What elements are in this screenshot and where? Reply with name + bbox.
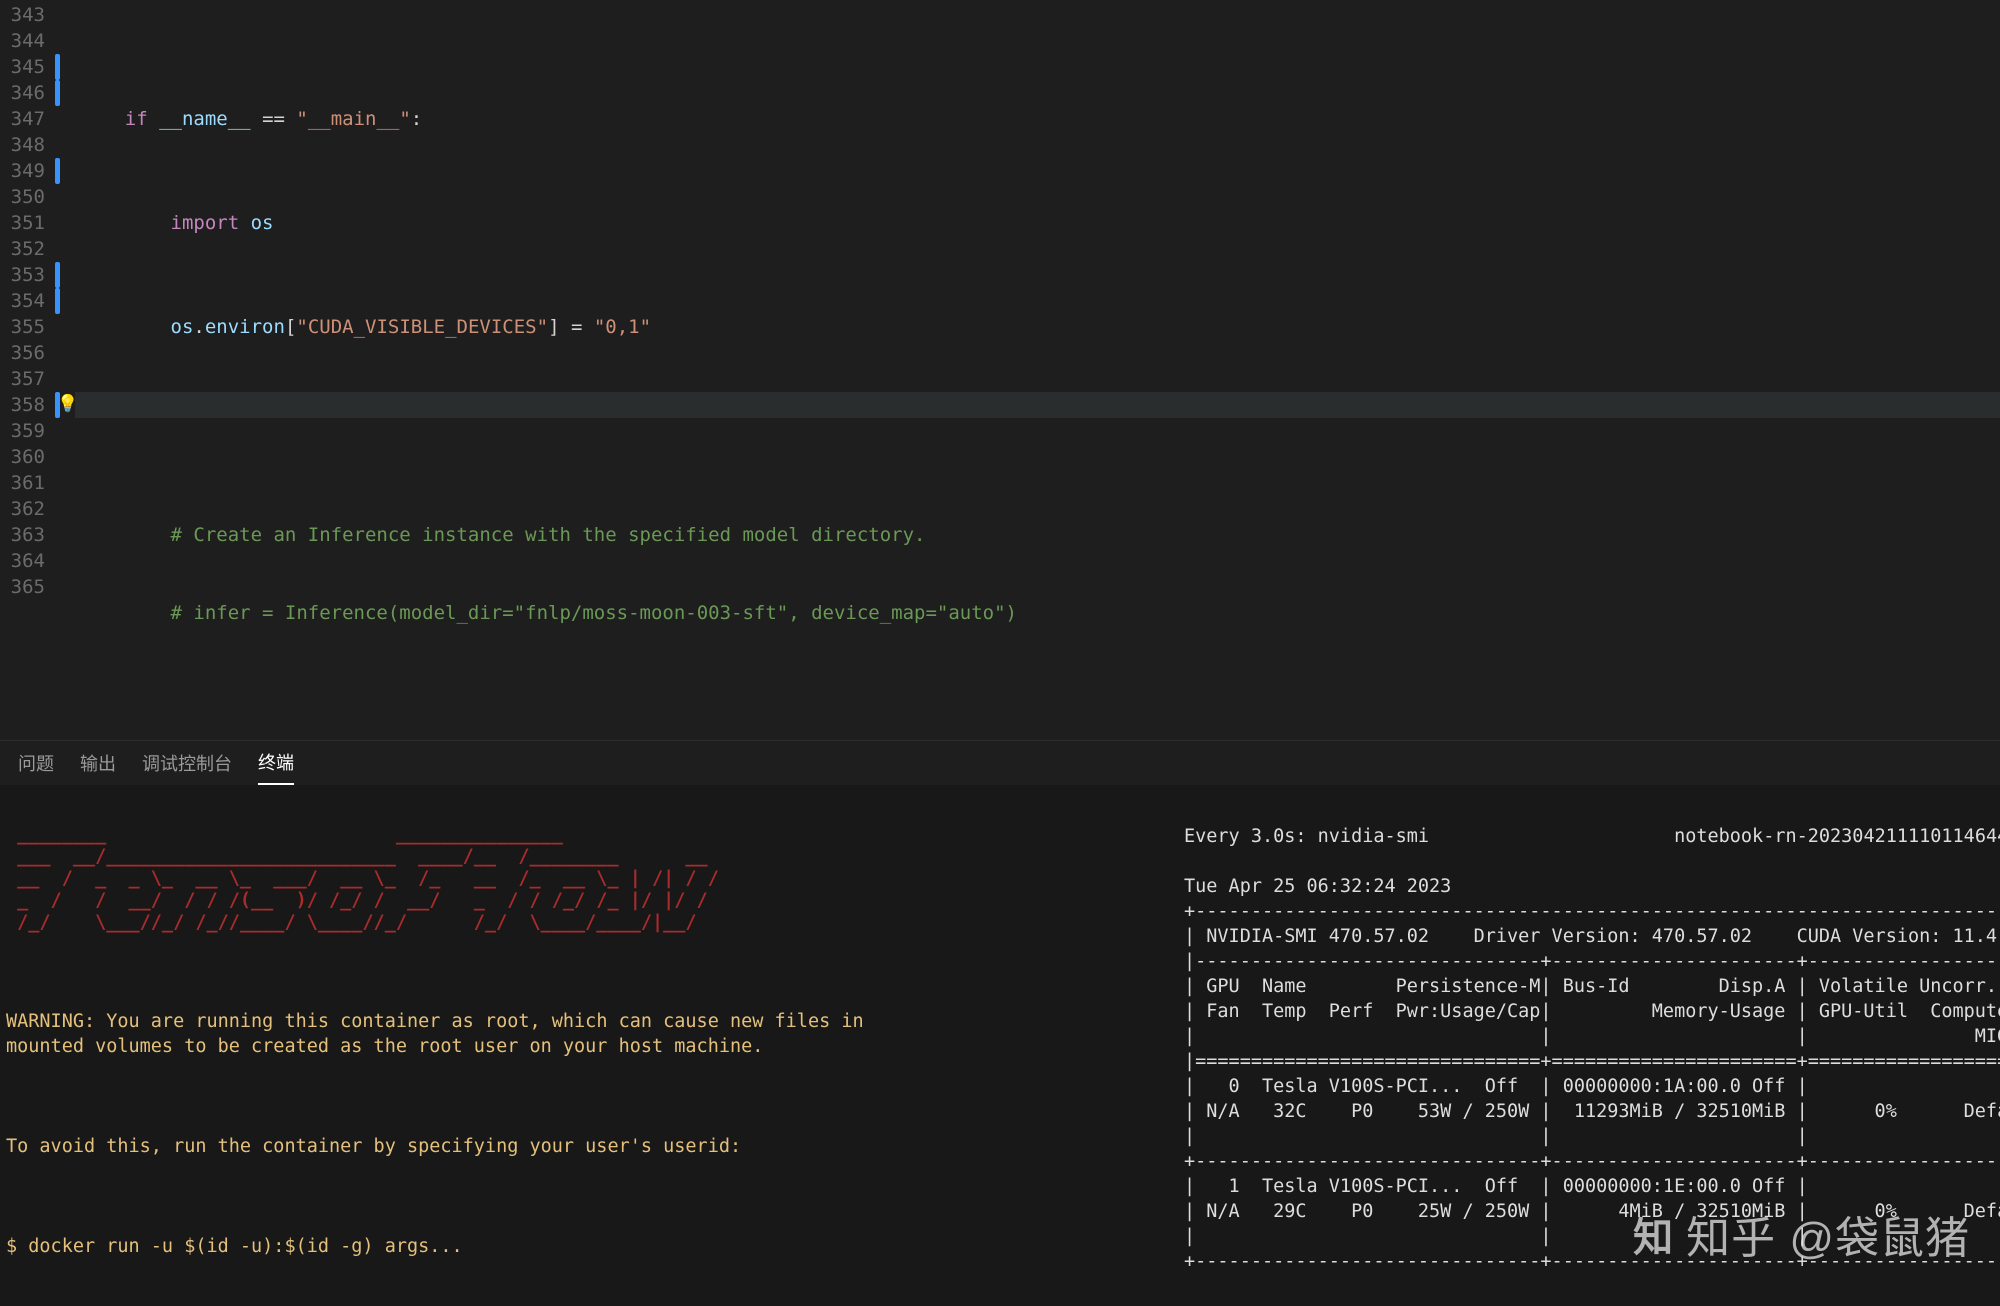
current-line-highlight [75, 392, 2000, 418]
line-number: 360 [0, 444, 55, 470]
line-number: 354 [0, 288, 55, 314]
line-number: 358 [0, 392, 55, 418]
line-number: 363 [0, 522, 55, 548]
line-number: 364 [0, 548, 55, 574]
editor-marks-column: 💡 [55, 0, 79, 740]
modified-line-bar [55, 158, 60, 184]
line-number: 351 [0, 210, 55, 236]
line-number: 365 [0, 574, 55, 600]
tab-problems[interactable]: 问题 [18, 742, 54, 784]
line-number: 357 [0, 366, 55, 392]
code-editor[interactable]: 3433443453463473483493503513523533543553… [0, 0, 2000, 740]
modified-line-bar [55, 54, 60, 80]
zhihu-logo-icon: 知 [1633, 1205, 1674, 1263]
lightbulb-icon[interactable]: 💡 [57, 395, 75, 413]
modified-line-bar [55, 262, 60, 288]
modified-line-bar [55, 288, 60, 314]
terminal-left-pane[interactable]: ________ _______________ ___ __/________… [0, 785, 1170, 1306]
line-number: 356 [0, 340, 55, 366]
tab-debug-console[interactable]: 调试控制台 [142, 742, 232, 784]
smi-date: Tue Apr 25 06:32:24 2023 [1184, 876, 1451, 897]
tab-output[interactable]: 输出 [80, 742, 116, 784]
line-number: 347 [0, 106, 55, 132]
docker-example: $ docker run -u $(id -u):$(id -g) args..… [6, 1236, 463, 1257]
line-number: 349 [0, 158, 55, 184]
line-number: 353 [0, 262, 55, 288]
line-number: 362 [0, 496, 55, 522]
line-number: 348 [0, 132, 55, 158]
panel-tab-bar: 问题 输出 调试控制台 终端 [0, 740, 2000, 785]
line-number: 343 [0, 2, 55, 28]
line-number-gutter: 3433443453463473483493503513523533543553… [0, 0, 55, 740]
line-number: 352 [0, 236, 55, 262]
warning-label: WARNING: [6, 1011, 95, 1032]
warning-text: You are running this container as root, … [6, 1011, 864, 1057]
tab-terminal[interactable]: 终端 [258, 741, 294, 785]
line-number: 344 [0, 28, 55, 54]
line-number: 345 [0, 54, 55, 80]
code-content[interactable]: if __name__ == "__main__": import os os.… [79, 0, 2000, 740]
line-number: 350 [0, 184, 55, 210]
watch-header: Every 3.0s: nvidia-smi notebook-rn-20230… [1184, 826, 2000, 847]
line-number: 346 [0, 80, 55, 106]
line-number: 359 [0, 418, 55, 444]
modified-line-bar [55, 80, 60, 106]
line-number: 355 [0, 314, 55, 340]
line-number: 361 [0, 470, 55, 496]
tensorflow-ascii-logo: ________ _______________ ___ __/________… [6, 824, 1160, 934]
warning-advice: To avoid this, run the container by spec… [6, 1136, 741, 1157]
watermark: 知 知乎 @袋鼠猪 [1633, 1202, 1970, 1266]
